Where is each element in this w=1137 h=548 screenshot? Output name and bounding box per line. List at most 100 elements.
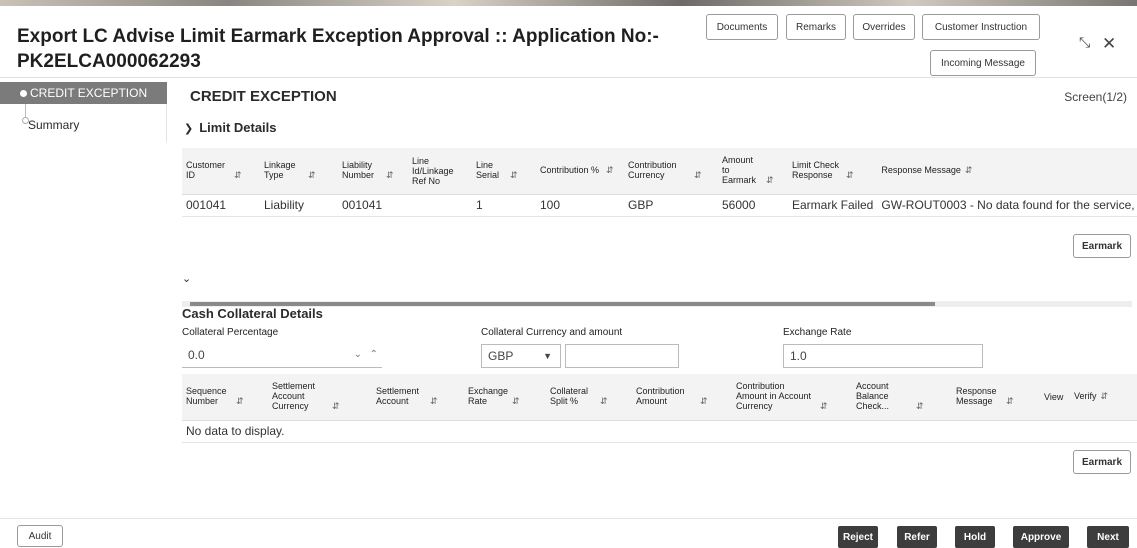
sort-icon: ⇵ <box>600 396 608 407</box>
column-header[interactable]: Contribution Amount ⇵ <box>632 374 732 420</box>
title-line-1: Export LC Advise Limit Earmark Exception… <box>17 26 659 47</box>
sort-icon: ⇵ <box>846 170 854 181</box>
sort-icon: ⇵ <box>964 165 973 176</box>
sort-icon: ⇵ <box>916 401 924 412</box>
table-cell: 100 <box>540 198 561 212</box>
column-header[interactable]: Account Balance Check... ⇵ <box>852 374 952 420</box>
sort-icon: ⇵ <box>700 396 708 407</box>
approve-button[interactable]: Approve <box>1013 526 1069 548</box>
exchange-rate-label: Exchange Rate <box>783 327 852 338</box>
chevron-down-icon: ❯ <box>184 123 194 135</box>
currency-select[interactable]: GBP ▼ <box>481 344 561 368</box>
table-cell: 56000 <box>722 198 756 212</box>
table-cell <box>408 194 472 216</box>
sort-icon: ⇵ <box>430 396 438 407</box>
table-row: No data to display. <box>182 420 1137 442</box>
reject-button[interactable]: Reject <box>838 526 878 548</box>
column-header[interactable]: Liability Number ⇵ <box>338 148 408 194</box>
main-content: CREDIT EXCEPTION Screen(1/2) ❯ Limit Deta… <box>168 78 1137 518</box>
cash-collateral-table: Sequence Number ⇵ Settlement Account Curr… <box>182 374 1137 443</box>
active-dot-icon <box>20 90 27 97</box>
header: Export LC Advise Limit Earmark Exception… <box>0 6 1137 78</box>
column-header[interactable]: Contribution Amount in Account Currency ⇵ <box>732 374 852 420</box>
column-header[interactable]: Response Message ⇵ <box>877 148 1137 194</box>
column-header[interactable]: Contribution Currency ⇵ <box>624 148 718 194</box>
remarks-button[interactable]: Remarks <box>786 14 846 40</box>
table-cell: 1 <box>476 198 483 212</box>
column-header[interactable]: Settlement Account ⇵ <box>372 374 464 420</box>
limit-details-table: Customer ID ⇵ Linkage Type ⇵ Liability Num… <box>182 148 1137 217</box>
customer-instruction-button[interactable]: Customer Instruction <box>922 14 1040 40</box>
footer: Audit Reject Refer Hold Approve Next <box>0 518 1137 548</box>
column-header: View <box>1044 391 1064 402</box>
table-header-row: Customer ID ⇵ Linkage Type ⇵ Liability Num… <box>182 148 1137 194</box>
chevron-down-icon[interactable]: ⌄ <box>182 272 191 285</box>
limit-details-header[interactable]: ❯ Limit Details <box>184 120 277 135</box>
sort-icon: ⇵ <box>606 165 614 176</box>
sidebar-item-label: CREDIT EXCEPTION <box>30 86 148 100</box>
column-header[interactable]: Exchange Rate ⇵ <box>464 374 546 420</box>
sort-icon: ⇵ <box>1100 391 1109 402</box>
sort-icon: ⇵ <box>766 175 774 186</box>
column-header[interactable]: Settlement Account Currency ⇵ <box>268 374 372 420</box>
limit-details-title: Limit Details <box>199 120 277 135</box>
table-cell: 001041 <box>342 198 383 212</box>
sort-icon: ⇵ <box>234 170 242 181</box>
resize-icon[interactable]: ⤡ <box>1079 34 1090 51</box>
column-header[interactable]: Collateral Split % ⇵ <box>546 374 632 420</box>
empty-state-text: No data to display. <box>186 424 285 438</box>
collateral-currency-amount-label: Collateral Currency and amount <box>481 327 623 338</box>
caret-down-icon: ▼ <box>543 351 552 361</box>
collateral-earmark-button[interactable]: Earmark <box>1073 450 1131 474</box>
column-header[interactable]: Amount to Earmark ⇵ <box>718 148 788 194</box>
sort-icon: ⇵ <box>820 401 828 412</box>
table-cell: Earmark Failed <box>792 198 874 212</box>
column-header: Line Id/Linkage Ref No <box>412 155 454 186</box>
column-header[interactable]: Customer ID ⇵ <box>182 148 260 194</box>
sidebar-item-credit-exception[interactable]: CREDIT EXCEPTION <box>0 82 167 104</box>
screen-indicator: Screen(1/2) <box>1064 90 1127 104</box>
collateral-percentage-label: Collateral Percentage <box>182 327 279 338</box>
sort-icon: ⇵ <box>512 396 520 407</box>
audit-button[interactable]: Audit <box>17 525 63 547</box>
sort-icon: ⇵ <box>332 401 340 412</box>
close-icon[interactable]: ✕ <box>1102 34 1116 54</box>
sort-icon: ⇵ <box>386 170 394 181</box>
documents-button[interactable]: Documents <box>706 14 778 40</box>
column-header[interactable]: Limit Check Response ⇵ <box>788 148 877 194</box>
sidebar-item-label: Summary <box>28 118 80 132</box>
cash-collateral-title: Cash Collateral Details <box>182 306 323 321</box>
column-header[interactable]: Response Message ⇵ <box>952 374 1040 420</box>
title-line-2: PK2ELCA000062293 <box>17 51 201 72</box>
limit-earmark-button[interactable]: Earmark <box>1073 234 1131 258</box>
column-header[interactable]: Sequence Number ⇵ <box>182 374 268 420</box>
overrides-button[interactable]: Overrides <box>853 14 915 40</box>
sort-icon: ⇵ <box>308 170 316 181</box>
horizontal-scrollbar[interactable] <box>182 301 1132 307</box>
column-header[interactable]: Line Serial ⇵ <box>472 148 536 194</box>
collateral-amount-input[interactable] <box>565 344 679 368</box>
table-header-row: Sequence Number ⇵ Settlement Account Curr… <box>182 374 1137 420</box>
page-title: Export LC Advise Limit Earmark Exception… <box>17 24 697 74</box>
step-circle-icon <box>22 117 29 124</box>
sort-icon: ⇵ <box>694 170 702 181</box>
sort-icon: ⇵ <box>1006 396 1014 407</box>
column-header[interactable]: Contribution % ⇵ <box>536 148 624 194</box>
table-row[interactable]: 001041 Liability 001041 1 100 GBP 56000 … <box>182 194 1137 216</box>
section-title: CREDIT EXCEPTION <box>190 88 337 105</box>
table-cell: GBP <box>628 198 654 212</box>
hold-button[interactable]: Hold <box>955 526 995 548</box>
table-cell: GW-ROUT0003 - No data found for the serv… <box>881 198 1137 212</box>
sort-icon: ⇵ <box>236 396 244 407</box>
chevron-up-icon[interactable]: ⌃ <box>370 344 378 366</box>
chevron-down-icon[interactable]: ⌄ <box>354 344 362 366</box>
incoming-message-button[interactable]: Incoming Message <box>930 50 1036 76</box>
table-cell: Liability <box>264 198 305 212</box>
exchange-rate-field: 1.0 <box>783 344 983 368</box>
table-cell: 001041 <box>186 198 227 212</box>
column-header[interactable]: Verify ⇵ <box>1070 374 1137 420</box>
refer-button[interactable]: Refer <box>897 526 937 548</box>
collateral-percentage-field[interactable]: 0.0 ⌄ ⌃ <box>182 344 382 368</box>
column-header[interactable]: Linkage Type ⇵ <box>260 148 338 194</box>
next-button[interactable]: Next <box>1087 526 1129 548</box>
